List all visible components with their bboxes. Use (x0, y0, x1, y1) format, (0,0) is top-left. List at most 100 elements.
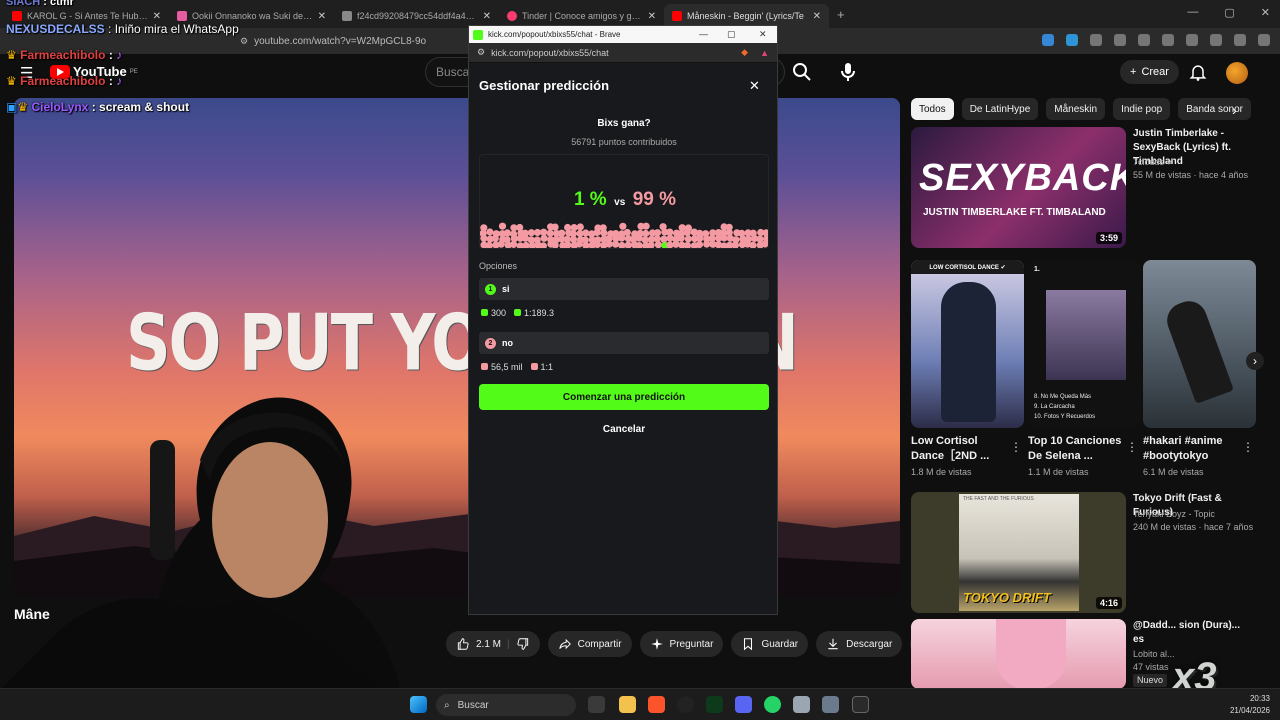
avatar[interactable] (1226, 62, 1248, 84)
popout-window-title: kick.com/popout/xbixs55/chat - Brave (488, 30, 621, 39)
brave-browser-icon[interactable] (648, 696, 665, 713)
address-bar[interactable]: ⚙ youtube.com/watch?v=W2MpGCL8-9o (240, 32, 460, 50)
video-title[interactable]: @Dadd... sion (Dura)... es (1133, 619, 1243, 647)
task-view-icon[interactable] (588, 696, 605, 713)
youtube-favicon-icon (12, 11, 22, 21)
cancel-button[interactable]: Cancelar (469, 424, 779, 435)
obs-icon[interactable] (677, 696, 694, 713)
minimize-icon[interactable]: — (1187, 6, 1198, 19)
start-prediction-button[interactable]: Comenzar una predicción (479, 384, 769, 410)
whatsapp-icon[interactable] (764, 696, 781, 713)
close-icon[interactable]: ✕ (648, 11, 656, 22)
file-explorer-icon[interactable] (619, 696, 636, 713)
site-info-icon[interactable]: ⚙ (477, 47, 485, 58)
short-thumbnail[interactable]: 1. 8. No Me Queda Más 9. La Carcacha 10.… (1028, 260, 1141, 428)
kick-popout-window: kick.com/popout/xbixs55/chat - Brave — ▢… (468, 25, 778, 615)
app-icon[interactable] (793, 696, 810, 713)
windows-start-icon[interactable] (410, 696, 427, 713)
taskbar-search[interactable]: ⌕ Buscar (436, 694, 576, 716)
chevron-right-icon[interactable]: › (1232, 102, 1237, 118)
brave-shield-icon[interactable]: ◆ (741, 47, 748, 58)
more-vert-icon[interactable]: ⋮ (1242, 440, 1254, 454)
like-button[interactable]: 2.1 M | (446, 631, 540, 657)
extension-icon[interactable] (1138, 34, 1150, 46)
extension-icon[interactable] (1114, 34, 1126, 46)
extension-icon[interactable] (1162, 34, 1174, 46)
short-title[interactable]: Low Cortisol Dance［2ND ... (911, 434, 1001, 464)
extension-icon[interactable] (1186, 34, 1198, 46)
close-icon[interactable]: ✕ (759, 29, 767, 40)
video-thumbnail[interactable]: SEXYBACK JUSTIN TIMBERLAKE FT. TIMBALAND… (911, 127, 1126, 248)
close-icon[interactable]: ✕ (318, 11, 326, 22)
chevron-right-icon[interactable]: › (1246, 352, 1264, 370)
notifications-bell-icon[interactable] (1188, 62, 1208, 82)
short-meta: 1.8 M de vistas (911, 467, 972, 477)
vote-dot-option-b (749, 229, 757, 237)
video-thumbnail[interactable] (911, 619, 1126, 689)
save-label: Guardar (761, 638, 799, 650)
chat-username: NEXUSDECALSS (6, 22, 105, 36)
extension-icons (1042, 34, 1270, 46)
more-vert-icon[interactable]: ⋮ (1126, 440, 1138, 454)
short-thumbnail[interactable] (1143, 260, 1256, 428)
save-button[interactable]: Guardar (731, 631, 809, 657)
extension-icon[interactable] (1210, 34, 1222, 46)
vote-dot-option-b (485, 241, 493, 248)
ratio-icon (514, 309, 522, 316)
system-clock[interactable]: 20:33 21/04/2026 (1230, 693, 1270, 717)
prediction-points: 56791 puntos contribuidos (571, 137, 677, 147)
extension-icon[interactable] (1066, 34, 1078, 46)
thumbnail-text: 8. No Me Queda Más (1034, 394, 1092, 400)
channel-name[interactable]: 7clouds ✔ (1133, 156, 1174, 169)
brave-rewards-icon[interactable]: ▲ (760, 48, 769, 58)
chip[interactable]: De LatinHype (961, 98, 1039, 120)
ask-button[interactable]: Preguntar (639, 631, 724, 657)
download-button[interactable]: Descargar (816, 631, 903, 657)
extension-icon[interactable] (1042, 34, 1054, 46)
short-title[interactable]: #hakari #anime #bootytokyo (1143, 434, 1233, 464)
video-duration: 4:16 (1095, 597, 1122, 609)
close-icon[interactable]: ✕ (749, 78, 760, 94)
vote-dot-option-b (498, 222, 507, 230)
extension-icon[interactable] (1234, 34, 1246, 46)
close-icon[interactable]: ✕ (483, 11, 491, 22)
chip[interactable]: Banda sonor (1178, 98, 1251, 120)
ratio-value: 1:189.3 (524, 308, 555, 318)
close-icon[interactable]: ✕ (813, 11, 821, 22)
new-tab-button[interactable]: + (837, 7, 845, 22)
channel-name[interactable]: Lobito al... (1133, 648, 1175, 661)
minimize-icon[interactable]: — (699, 29, 708, 39)
terminal-icon[interactable] (706, 696, 723, 713)
short-thumbnail[interactable]: LOW CORTISOL DANCE ✔ (911, 260, 1024, 428)
chip[interactable]: Indie pop (1113, 98, 1171, 120)
channel-name[interactable]: Teriyaki Boyz - Topic (1133, 508, 1215, 521)
vote-dot-option-b (503, 229, 511, 237)
prediction-option-2[interactable]: 2 no (479, 332, 769, 354)
vote-dot-option-b (546, 229, 554, 237)
popout-address-bar[interactable]: ⚙ kick.com/popout/xbixs55/chat ◆ ▲ (469, 43, 777, 63)
epic-games-icon[interactable] (852, 696, 869, 713)
chip[interactable]: Måneskin (1046, 98, 1106, 120)
maximize-icon[interactable]: ▢ (727, 29, 736, 40)
create-button[interactable]: + Crear (1120, 60, 1179, 84)
close-icon[interactable]: ✕ (1261, 6, 1270, 19)
chip-all[interactable]: Todos (911, 98, 954, 120)
vote-dot-option-b (695, 240, 704, 248)
search-icon[interactable] (790, 60, 814, 84)
chat-text: : ctmr (43, 0, 74, 8)
site-info-icon[interactable]: ⚙ (240, 36, 248, 47)
extension-icon[interactable] (1090, 34, 1102, 46)
short-title[interactable]: Top 10 Canciones De Selena ... (1028, 434, 1123, 464)
microphone-icon[interactable] (836, 60, 860, 84)
share-button[interactable]: Compartir (547, 631, 632, 657)
thumbs-down-icon[interactable] (516, 637, 530, 651)
extension-icon[interactable] (1258, 34, 1270, 46)
video-thumbnail[interactable]: THE FAST AND THE FURIOUS TOKYO DRIFT 4:1… (911, 492, 1126, 613)
close-icon[interactable]: ✕ (153, 11, 161, 22)
settings-gear-icon[interactable] (822, 696, 839, 713)
more-vert-icon[interactable]: ⋮ (1010, 440, 1022, 454)
vote-dot-option-b (533, 236, 541, 244)
prediction-option-1[interactable]: 1 si (479, 278, 769, 300)
maximize-icon[interactable]: ▢ (1224, 6, 1234, 19)
discord-icon[interactable] (735, 696, 752, 713)
